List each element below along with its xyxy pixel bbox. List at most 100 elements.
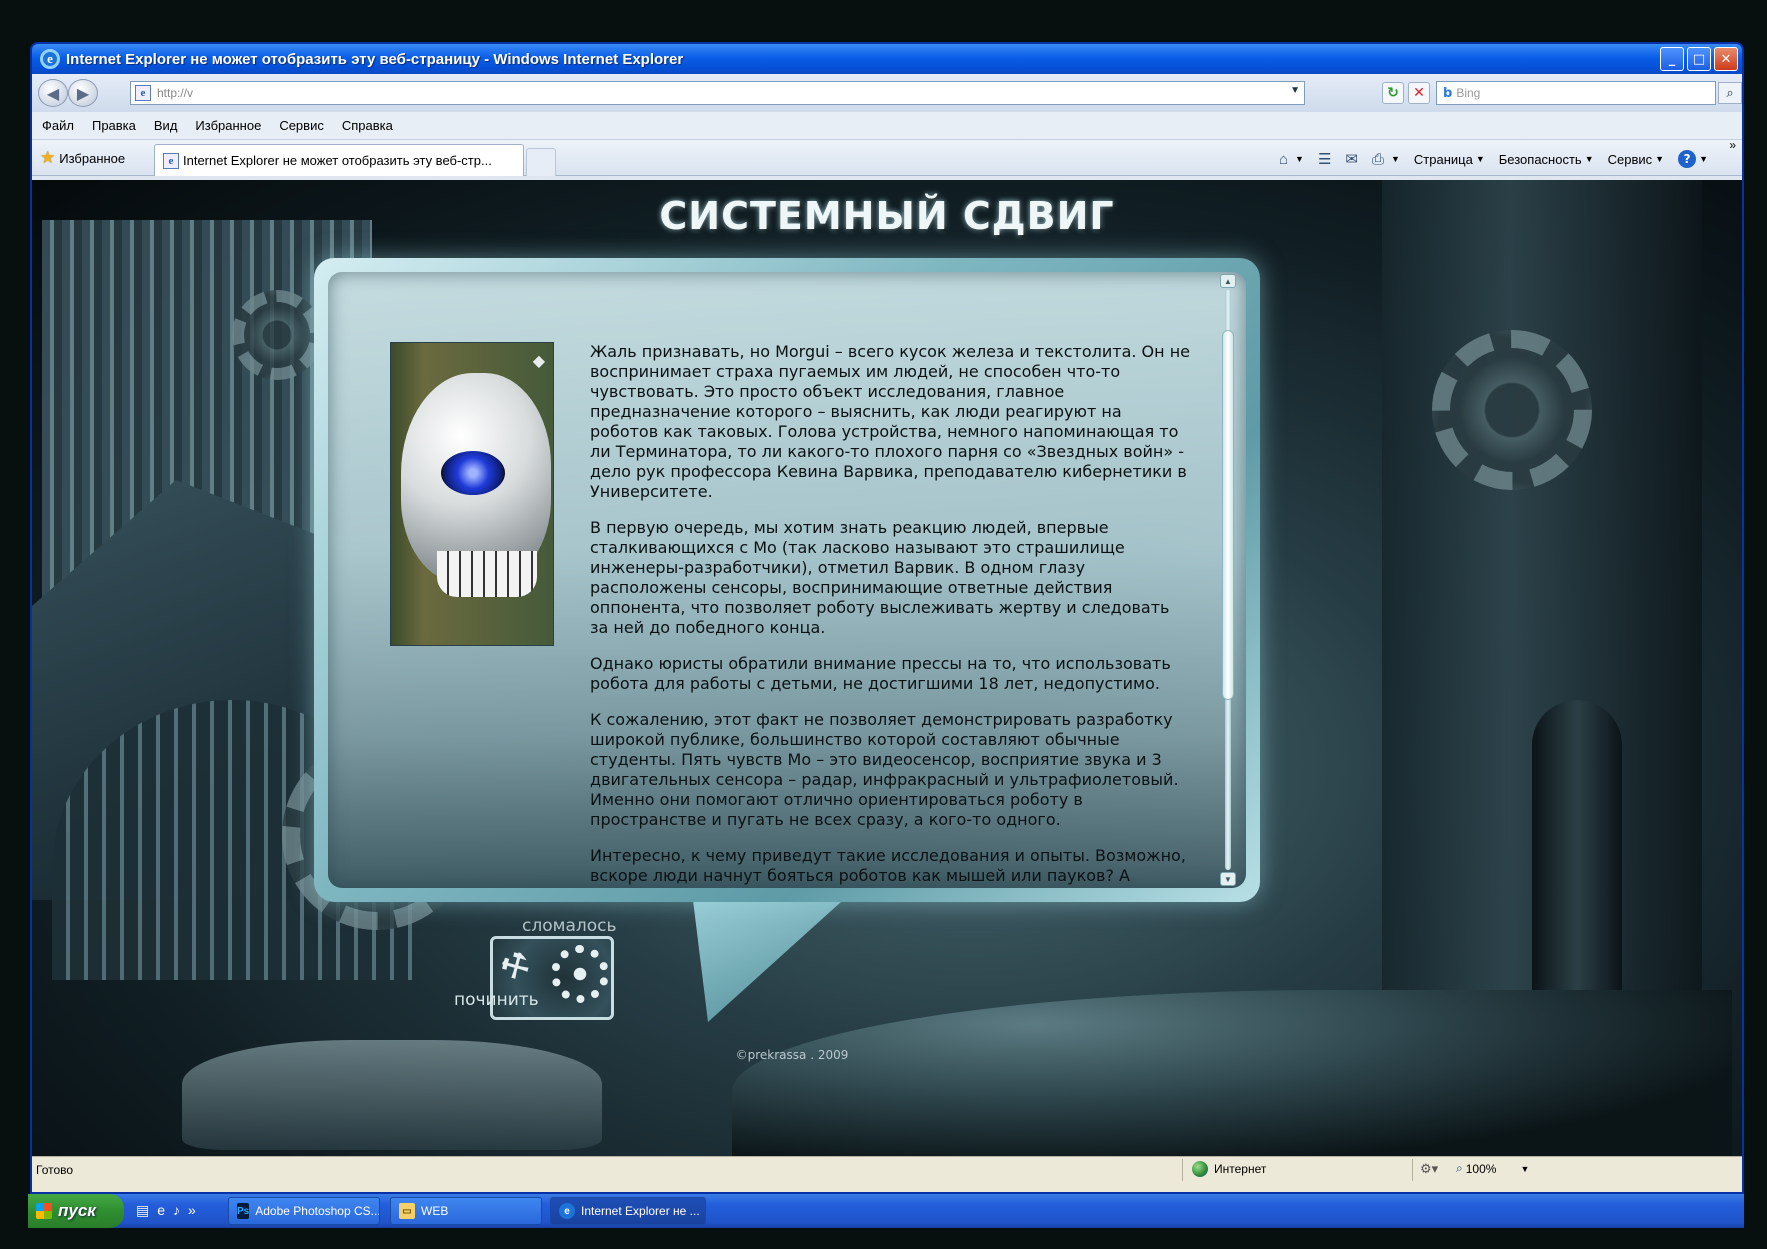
task-label: Adobe Photoshop CS...	[255, 1204, 380, 1218]
chevron-down-icon[interactable]: ▼	[1699, 154, 1708, 164]
background-gear	[232, 290, 322, 380]
menu-edit[interactable]: Правка	[92, 118, 136, 133]
magnifier-icon: ⌕	[1456, 1161, 1463, 1175]
robot-eye	[441, 451, 505, 495]
scroll-up-button[interactable]: ▲	[1220, 274, 1236, 288]
tab-current[interactable]: e Internet Explorer не может отобразить …	[154, 144, 524, 176]
article-paragraph: Жаль признавать, но Morgui – всего кусок…	[590, 342, 1190, 501]
content-panel: ◆ Жаль признавать, но Morgui – всего кус…	[314, 258, 1260, 902]
mail-icon[interactable]: ✉	[1345, 150, 1358, 168]
robot-skull	[401, 373, 551, 597]
search-placeholder: Bing	[1456, 86, 1481, 100]
zoom-control[interactable]: ⌕ 100% ▼	[1456, 1161, 1529, 1176]
article-scrollbar[interactable]: ▲ ▼	[1220, 274, 1236, 886]
menu-file[interactable]: Файл	[42, 118, 74, 133]
menu-tools[interactable]: Сервис	[279, 118, 324, 133]
menu-favorites[interactable]: Избранное	[195, 118, 261, 133]
zoom-level: 100%	[1465, 1161, 1497, 1176]
menu-bar: Файл Правка Вид Избранное Сервис Справка	[32, 112, 1742, 140]
site-title: СИСТЕМНЫЙ СДВИГ	[659, 194, 1115, 238]
chevron-down-icon[interactable]: ▼	[1391, 154, 1400, 164]
window-controls: _ □ ✕	[1660, 47, 1738, 71]
minimize-button[interactable]: _	[1660, 47, 1684, 71]
scroll-down-button[interactable]: ▼	[1220, 872, 1236, 886]
ie-icon: e	[559, 1203, 575, 1219]
background-gear	[1432, 330, 1592, 490]
security-zone[interactable]: Интернет	[1192, 1161, 1266, 1177]
tab-title: Internet Explorer не может отобразить эт…	[183, 153, 492, 168]
ie-quicklaunch-icon[interactable]: e	[157, 1202, 165, 1219]
task-internet-explorer[interactable]: e Internet Explorer не ...	[550, 1197, 706, 1225]
page-menu[interactable]: Страница	[1414, 152, 1473, 167]
address-text: http://v	[157, 86, 194, 100]
service-menu[interactable]: Сервис	[1608, 152, 1653, 167]
status-bar: Готово Интернет ⚙▾ ⌕ 100% ▼	[32, 1156, 1742, 1192]
page-content: СИСТЕМНЫЙ СДВИГ ◆ Жаль признавать, но Mo…	[32, 180, 1742, 1156]
windows-logo-icon	[36, 1203, 52, 1219]
security-menu[interactable]: Безопасность	[1499, 152, 1582, 167]
title-bar[interactable]: e Internet Explorer не может отобразить …	[32, 44, 1742, 74]
forward-button[interactable]: ▶	[68, 79, 98, 107]
home-icon[interactable]: ⌂	[1279, 151, 1288, 168]
back-button[interactable]: ◀	[38, 79, 68, 107]
scroll-thumb[interactable]	[1222, 330, 1234, 700]
feeds-icon[interactable]: ☰	[1318, 150, 1331, 168]
help-icon[interactable]: ?	[1678, 150, 1697, 168]
window-title: Internet Explorer не может отобразить эт…	[66, 50, 684, 68]
fix-top-label: сломалось	[522, 916, 617, 936]
protected-mode-icon[interactable]: ⚙▾	[1420, 1161, 1438, 1177]
fix-bottom-label: починить	[454, 990, 539, 1010]
chevron-down-icon[interactable]: ▼	[1520, 1164, 1529, 1174]
speech-tail	[692, 892, 852, 1022]
more-chevron-icon[interactable]: »	[188, 1202, 196, 1219]
start-label: пуск	[58, 1201, 96, 1220]
status-divider	[1182, 1159, 1183, 1181]
browser-window: e Internet Explorer не может отобразить …	[30, 42, 1744, 1194]
task-label: WEB	[421, 1204, 449, 1218]
article-paragraph: В первую очередь, мы хотим знать реакцию…	[590, 518, 1170, 637]
address-row: ◀ ▶ e http://v ▼ ↻ ✕ b Bing ⌕	[32, 74, 1742, 112]
article-paragraph: Однако юристы обратили внимание прессы н…	[590, 654, 1171, 693]
address-bar[interactable]: e http://v ▼	[130, 81, 1305, 105]
start-button[interactable]: пуск	[28, 1194, 124, 1228]
content-panel-inner: ◆ Жаль признавать, но Morgui – всего кус…	[328, 272, 1246, 888]
print-icon[interactable]: ⎙	[1372, 151, 1384, 168]
robot-jaw	[437, 551, 537, 597]
quick-launch: ▤ e ♪ »	[136, 1202, 196, 1219]
page-icon: e	[135, 85, 151, 101]
refresh-button[interactable]: ↻	[1382, 82, 1404, 104]
robot-photo: ◆	[390, 342, 554, 646]
command-bar: ⌂ ▼ ☰ ✉ ⎙ ▼ Страница ▼ Безопасность ▼ Сервис…	[1279, 150, 1722, 168]
task-folder[interactable]: ▭ WEB	[390, 1197, 542, 1225]
chevron-down-icon[interactable]: ▼	[1295, 154, 1304, 164]
menu-help[interactable]: Справка	[342, 118, 393, 133]
background-platform	[732, 990, 1732, 1156]
status-text: Готово	[36, 1163, 74, 1177]
scroll-track[interactable]	[1222, 290, 1234, 870]
globe-icon	[1192, 1161, 1208, 1177]
maximize-button[interactable]: □	[1687, 47, 1711, 71]
close-button[interactable]: ✕	[1714, 47, 1738, 71]
more-chevron-icon[interactable]: »	[1729, 138, 1736, 152]
photoshop-icon: Ps	[237, 1203, 250, 1219]
bing-icon: b	[1443, 85, 1453, 101]
search-input[interactable]: b Bing	[1436, 81, 1716, 105]
copyright: ©prekrassa . 2009	[735, 1048, 849, 1062]
search-button[interactable]: ⌕	[1718, 82, 1742, 104]
chevron-down-icon: ▼	[1475, 154, 1485, 164]
favorites-button[interactable]: ★ Избранное	[40, 148, 125, 168]
menu-view[interactable]: Вид	[154, 118, 178, 133]
ie-logo-icon: e	[40, 49, 60, 69]
zone-label: Интернет	[1214, 1162, 1267, 1176]
fix-button[interactable]: сломалось ⚒ починить	[452, 916, 652, 1036]
status-divider	[1412, 1159, 1413, 1181]
chevron-down-icon[interactable]: ▼	[1290, 85, 1300, 96]
show-desktop-icon[interactable]: ▤	[136, 1202, 149, 1219]
stop-button[interactable]: ✕	[1408, 82, 1430, 104]
folder-icon: ▭	[399, 1203, 415, 1219]
new-tab-button[interactable]	[526, 148, 556, 176]
task-photoshop[interactable]: Ps Adobe Photoshop CS...	[228, 1197, 380, 1225]
media-icon[interactable]: ♪	[173, 1202, 180, 1219]
gear-icon	[551, 945, 609, 1003]
article-text: Жаль признавать, но Morgui – всего кусок…	[590, 342, 1190, 888]
